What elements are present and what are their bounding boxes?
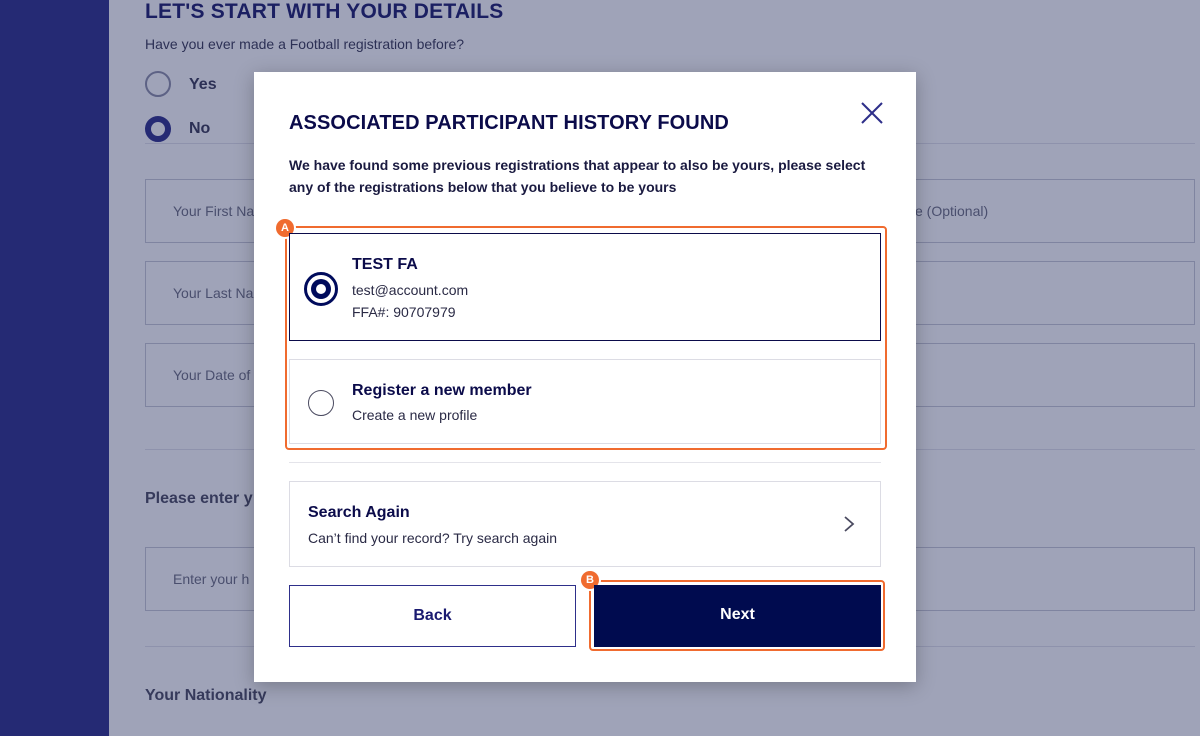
radio-selected-icon[interactable] (304, 272, 338, 306)
chevron-right-icon (844, 516, 855, 532)
option-subtitle: Create a new profile (352, 407, 478, 423)
close-icon[interactable] (857, 98, 887, 128)
next-button[interactable]: Next (594, 585, 881, 647)
option-ffa-number: FFA#: 90707979 (352, 304, 456, 320)
option-title: Register a new member (352, 382, 532, 399)
option-title: TEST FA (352, 256, 418, 273)
modal-title: ASSOCIATED PARTICIPANT HISTORY FOUND (289, 112, 729, 134)
search-again-subtitle: Can’t find your record? Try search again (308, 530, 558, 546)
participant-history-modal: ASSOCIATED PARTICIPANT HISTORY FOUND We … (254, 72, 916, 682)
option-test-fa[interactable]: TEST FA test@account.com FFA#: 90707979 (289, 233, 881, 341)
option-register-new-member[interactable]: Register a new member Create a new profi… (289, 359, 881, 444)
search-again-title: Search Again (308, 504, 410, 521)
back-button[interactable]: Back (289, 585, 576, 647)
search-again-button[interactable]: Search Again Can’t find your record? Try… (289, 481, 881, 567)
option-email: test@account.com (352, 282, 469, 298)
radio-unselected-icon[interactable] (308, 390, 334, 416)
divider (289, 462, 881, 463)
modal-description: We have found some previous registration… (289, 157, 866, 195)
